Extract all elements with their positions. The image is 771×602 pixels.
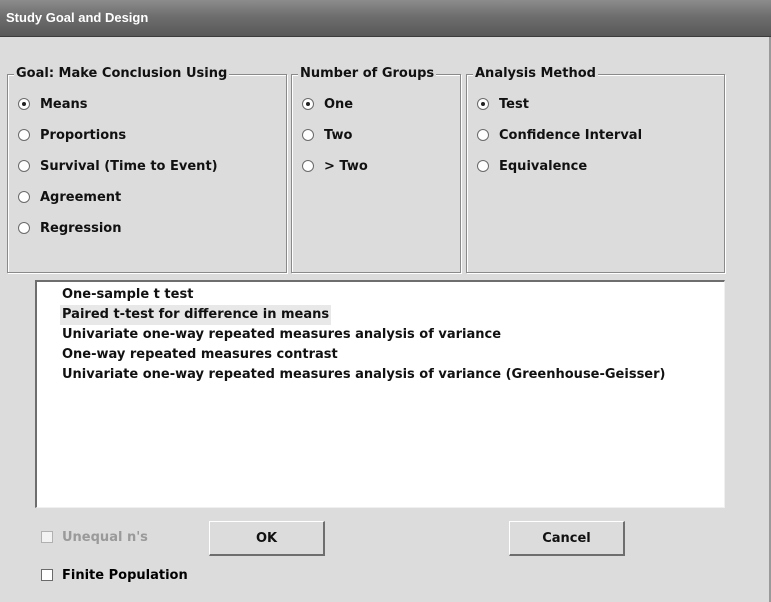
analysis-option-test[interactable]: Test [477, 95, 529, 113]
analysis-option-equivalence[interactable]: Equivalence [477, 157, 587, 175]
checkbox-box[interactable] [41, 569, 53, 581]
list-item[interactable]: Paired t-test for difference in means [60, 305, 332, 325]
unequal-n-checkbox[interactable]: Unequal n's [41, 528, 148, 546]
list-item[interactable]: One-way repeated measures contrast [60, 345, 340, 365]
goal-group-title: Goal: Make Conclusion Using [14, 66, 230, 81]
goal-option-label: Agreement [40, 189, 122, 205]
groups-option-more-than-two[interactable]: > Two [302, 157, 368, 175]
groups-group-title: Number of Groups [298, 66, 437, 81]
goal-option-means[interactable]: Means [18, 95, 88, 113]
test-list[interactable]: One-sample t test Paired t-test for diff… [35, 280, 725, 508]
radio-button[interactable] [18, 222, 30, 234]
list-item[interactable]: One-sample t test [60, 285, 195, 305]
groups-option-two[interactable]: Two [302, 126, 352, 144]
analysis-group-title: Analysis Method [473, 66, 598, 81]
checkbox-box[interactable] [41, 531, 53, 543]
ok-button[interactable]: OK [209, 521, 325, 556]
radio-button[interactable] [18, 98, 30, 110]
groups-option-label: One [324, 96, 354, 112]
goal-option-label: Regression [40, 220, 122, 236]
radio-button[interactable] [18, 160, 30, 172]
goal-option-proportions[interactable]: Proportions [18, 126, 126, 144]
radio-button[interactable] [302, 129, 314, 141]
goal-group: Goal: Make Conclusion Using Means Propor… [7, 66, 287, 273]
groups-option-label: Two [324, 127, 353, 143]
list-item[interactable]: Univariate one-way repeated measures ana… [60, 365, 667, 385]
number-of-groups-group: Number of Groups One Two > Two [291, 66, 461, 273]
goal-option-regression[interactable]: Regression [18, 219, 121, 237]
radio-button[interactable] [477, 129, 489, 141]
goal-option-agreement[interactable]: Agreement [18, 188, 121, 206]
title-bar[interactable]: Study Goal and Design [0, 0, 771, 37]
finite-population-checkbox[interactable]: Finite Population [41, 566, 188, 584]
radio-button[interactable] [477, 98, 489, 110]
radio-button[interactable] [18, 191, 30, 203]
goal-option-survival[interactable]: Survival (Time to Event) [18, 157, 218, 175]
analysis-method-group: Analysis Method Test Confidence Interval… [466, 66, 725, 273]
finite-population-label: Finite Population [62, 567, 188, 583]
goal-option-label: Survival (Time to Event) [40, 158, 218, 174]
radio-button[interactable] [477, 160, 489, 172]
analysis-option-label: Equivalence [499, 158, 588, 174]
unequal-n-label: Unequal n's [62, 529, 148, 545]
groups-option-one[interactable]: One [302, 95, 353, 113]
list-item[interactable]: Univariate one-way repeated measures ana… [60, 325, 503, 345]
analysis-option-label: Test [499, 96, 529, 112]
window-title: Study Goal and Design [6, 10, 149, 25]
analysis-option-label: Confidence Interval [499, 127, 643, 143]
radio-button[interactable] [18, 129, 30, 141]
radio-button[interactable] [302, 98, 314, 110]
cancel-button[interactable]: Cancel [509, 521, 625, 556]
groups-option-label: > Two [324, 158, 368, 174]
analysis-option-confidence-interval[interactable]: Confidence Interval [477, 126, 642, 144]
radio-button[interactable] [302, 160, 314, 172]
goal-option-label: Proportions [40, 127, 127, 143]
study-goal-dialog: Study Goal and Design Goal: Make Conclus… [0, 0, 771, 602]
goal-option-label: Means [40, 96, 88, 112]
dialog-body: Goal: Make Conclusion Using Means Propor… [0, 38, 769, 602]
